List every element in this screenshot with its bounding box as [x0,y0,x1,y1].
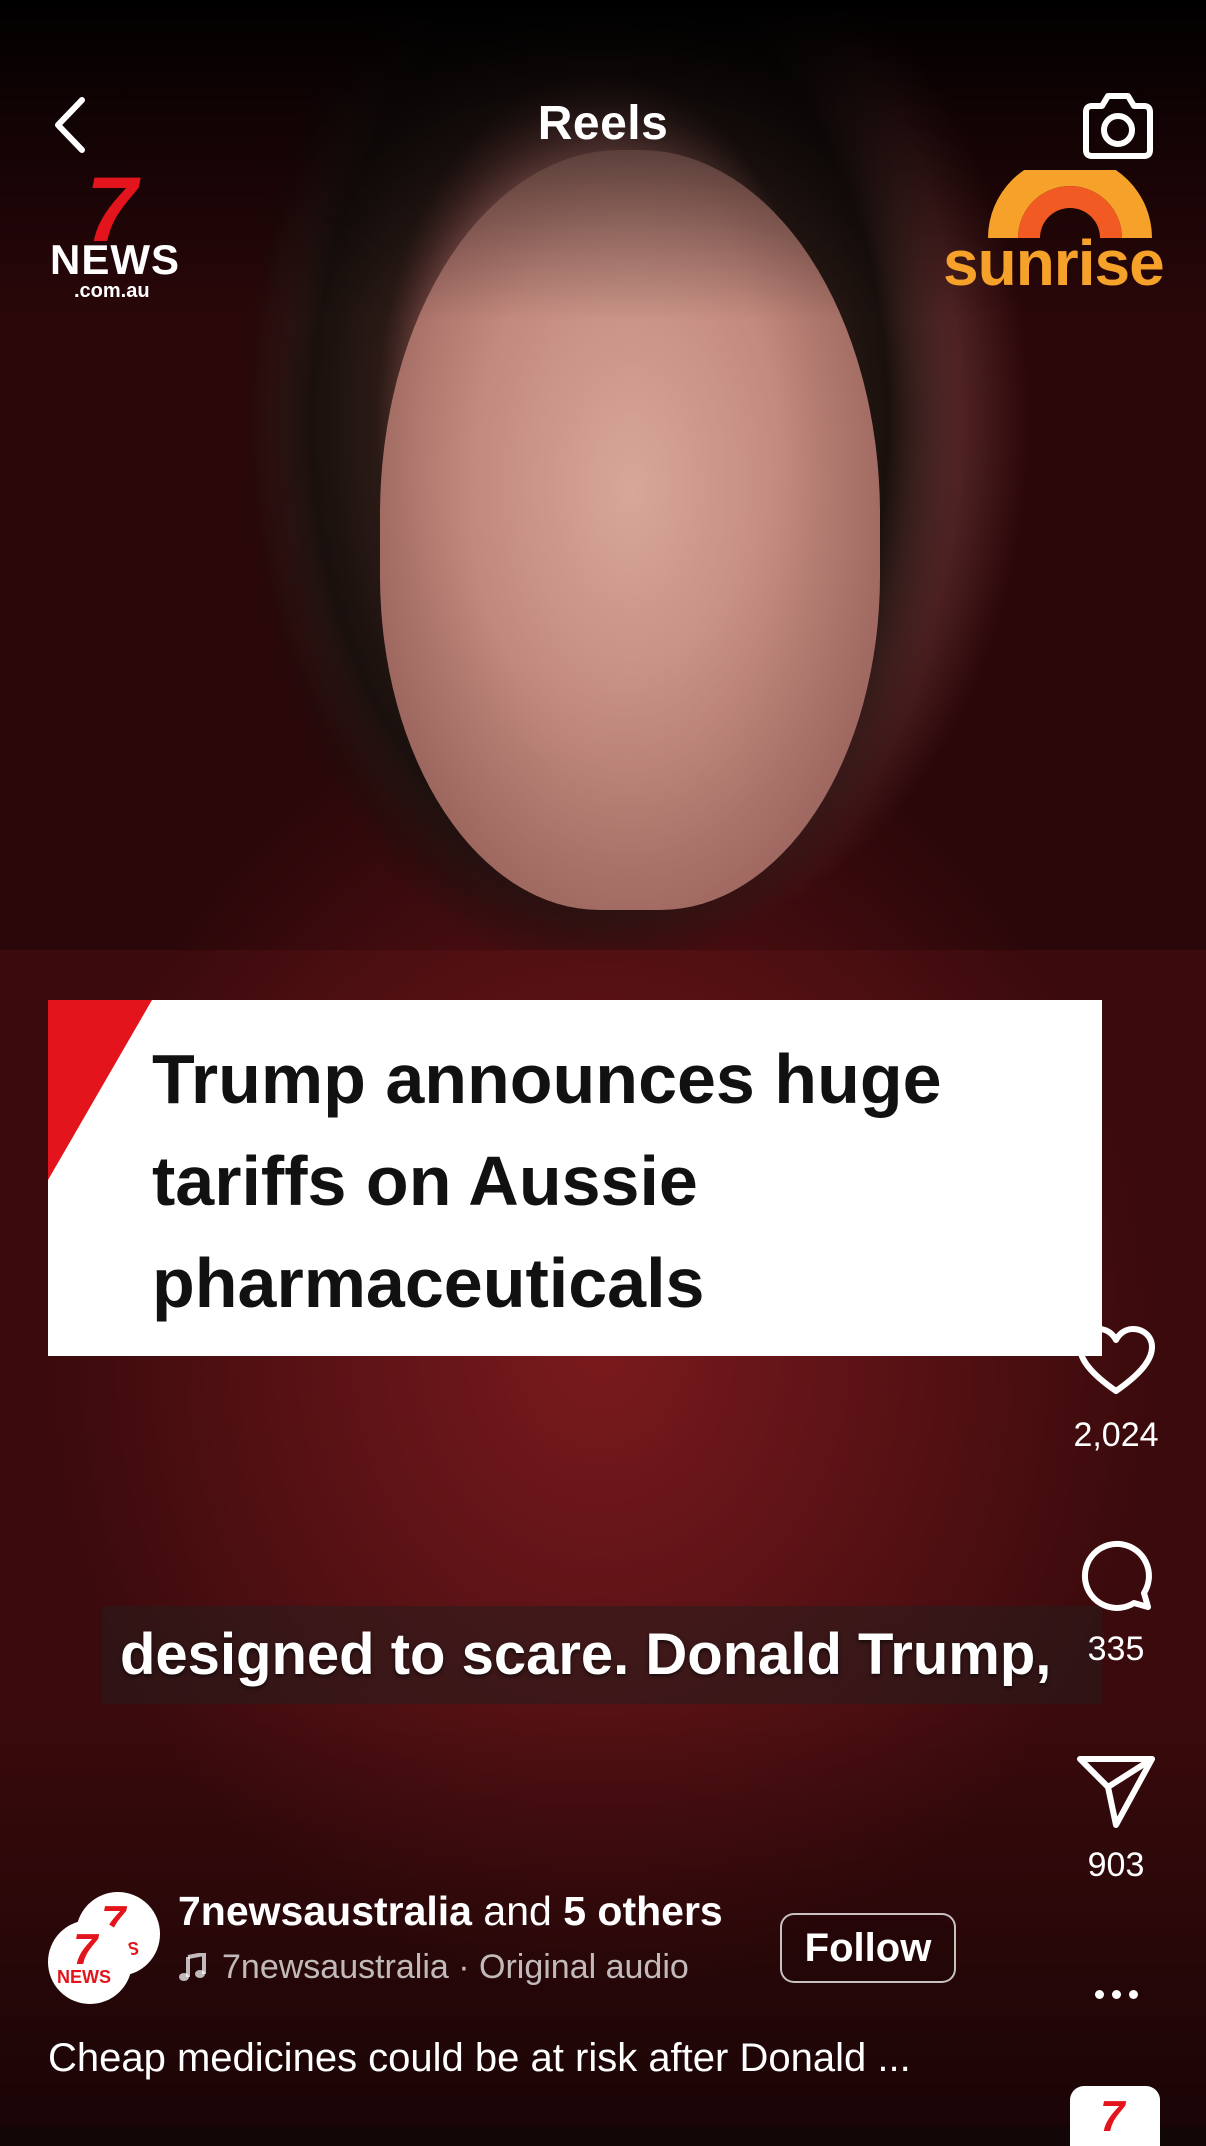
like-action: 2,024 [1056,1316,1176,1455]
share-button[interactable] [1071,1746,1161,1836]
7news-logo: 7 NEWS .com.au [50,159,180,302]
author-others[interactable]: 5 others [563,1888,723,1934]
more-icon [1091,1986,1142,2004]
music-note-icon [178,1952,208,1983]
author-avatars[interactable]: 7 NEWS 7 NEWS [48,1892,160,2004]
comment-icon [1081,1540,1152,1611]
reel-video[interactable]: 7 NEWS .com.au sunrise Trump announces h… [0,0,1206,2127]
avatar[interactable]: 7 NEWS [48,1920,132,2004]
author-line[interactable]: 7newsaustralia and 5 others [178,1888,723,1935]
heart-icon [1077,1326,1155,1394]
camera-icon [1083,93,1153,159]
audio-attribution[interactable]: 7newsaustralia · Original audio [178,1948,689,1987]
comment-count: 335 [1087,1630,1145,1668]
reel-description[interactable]: Cheap medicines could be at risk after D… [48,2036,911,2081]
audio-label: 7newsaustralia · Original audio [222,1948,689,1986]
headline-text: Trump announces huge tariffs on Aussie p… [152,1040,942,1322]
next-reel-thumbnail[interactable]: 7 [1070,2086,1160,2146]
share-icon [1077,1756,1155,1828]
page-title: Reels [537,97,669,150]
author-and: and [483,1888,552,1934]
comment-action: 335 [1056,1530,1176,1669]
headline-card: Trump announces huge tariffs on Aussie p… [48,1000,1102,1356]
sunrise-logo: sunrise [940,170,1165,299]
like-button[interactable] [1071,1316,1161,1406]
more-button[interactable] [1086,1975,1146,2015]
author-username[interactable]: 7newsaustralia [178,1888,472,1934]
video-caption: designed to scare. Donald Trump, [102,1606,1102,1704]
like-count: 2,024 [1073,1416,1159,1454]
camera-button[interactable] [1076,84,1160,168]
comment-button[interactable] [1071,1530,1161,1620]
share-count: 903 [1087,1846,1145,1884]
headline-red-corner [48,1000,152,1180]
share-action: 903 [1056,1746,1176,1885]
follow-button[interactable]: Follow [780,1913,956,1983]
